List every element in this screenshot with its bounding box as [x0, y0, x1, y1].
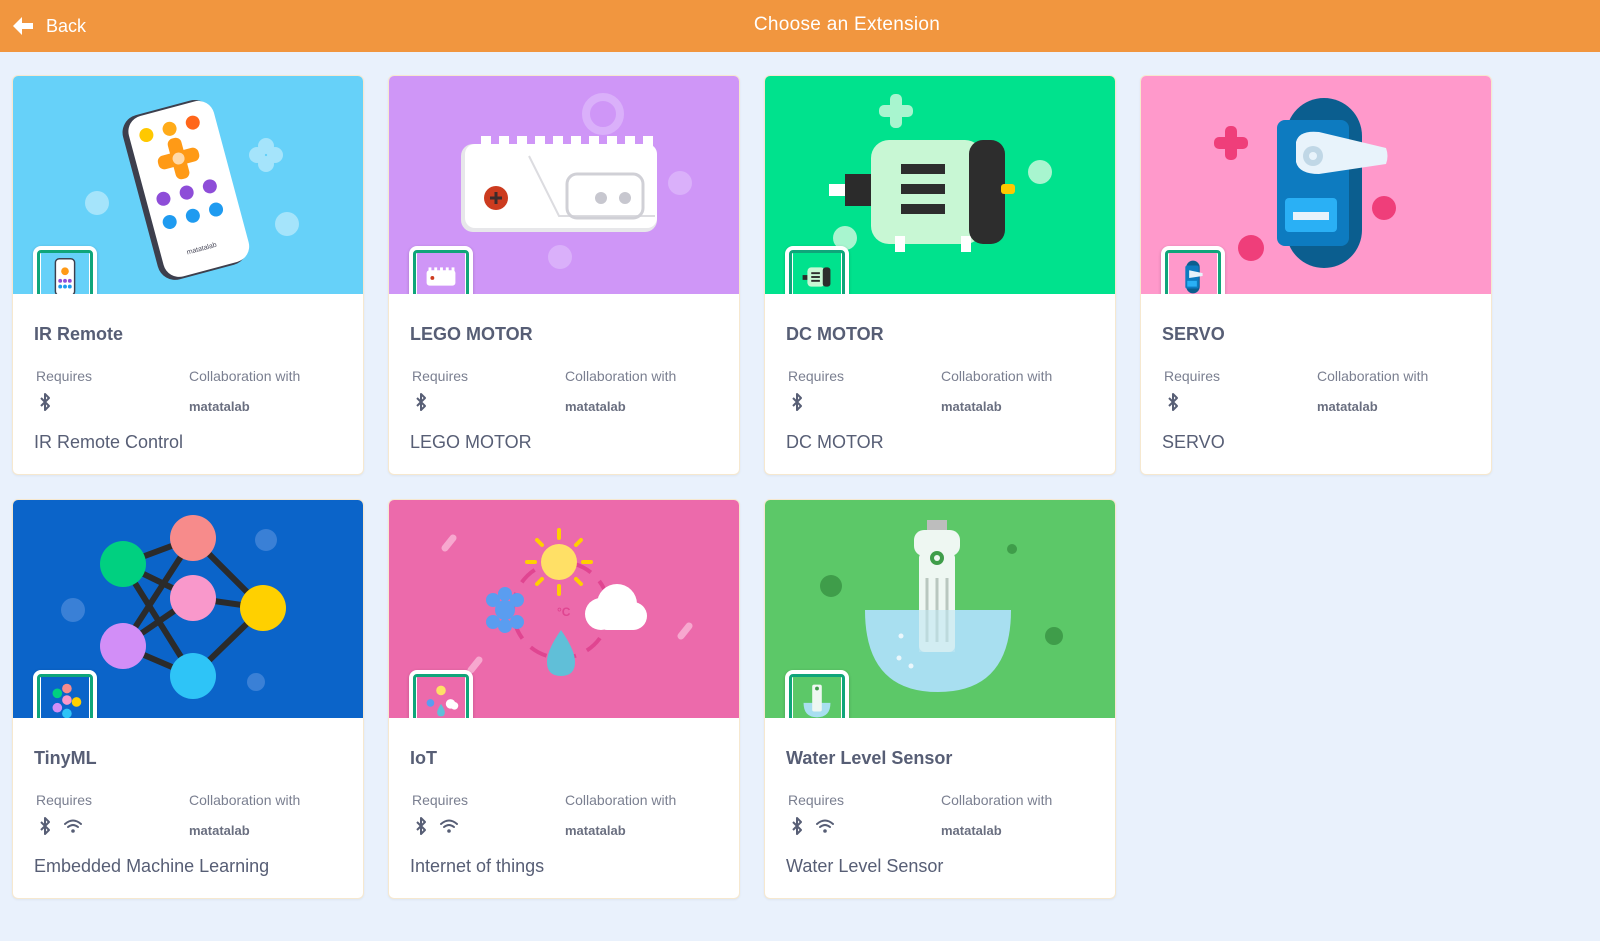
bluetooth-icon — [40, 817, 50, 835]
extension-thumbnail — [33, 670, 97, 718]
collaborator-name: matatalab — [189, 399, 250, 414]
extension-title: IoT — [410, 748, 437, 768]
extension-description: IR Remote Control — [34, 432, 184, 452]
wifi-icon — [64, 819, 82, 833]
extension-description: Internet of things — [410, 856, 545, 876]
extension-image: °C — [389, 500, 739, 718]
extension-card-ir-remote[interactable]: matatalab IR Remote Requires Collaborati… — [12, 75, 364, 475]
requirement-icons — [415, 392, 427, 412]
collaborator-name: matatalab — [565, 399, 626, 414]
collaborator-name: matatalab — [941, 399, 1002, 414]
requirement-icons — [39, 392, 51, 412]
extension-description: SERVO — [1162, 432, 1225, 452]
back-button[interactable]: Back — [12, 10, 86, 42]
requires-label: Requires — [412, 792, 469, 808]
extension-description: LEGO MOTOR — [410, 432, 532, 452]
requirement-icons — [791, 816, 835, 836]
requirement-icons — [791, 392, 803, 412]
requires-label: Requires — [36, 368, 93, 384]
extension-title: IR Remote — [34, 324, 124, 344]
collaboration-label: Collaboration with — [565, 792, 677, 808]
page-title: Choose an Extension — [753, 14, 941, 35]
collaborator-name: matatalab — [565, 823, 626, 838]
header-bar: Back Choose an Extension — [0, 0, 1600, 52]
extension-title: LEGO MOTOR — [410, 324, 533, 344]
bluetooth-icon — [792, 393, 802, 411]
collaboration-label: Collaboration with — [1317, 368, 1429, 384]
extension-description: Embedded Machine Learning — [34, 856, 270, 876]
extension-description: DC MOTOR — [786, 432, 884, 452]
extension-card-water-level-sensor[interactable]: Water Level Sensor Requires Collaboratio… — [764, 499, 1116, 899]
bluetooth-icon — [416, 817, 426, 835]
collaborator-name: matatalab — [941, 823, 1002, 838]
extension-thumbnail — [785, 246, 849, 294]
requires-label: Requires — [412, 368, 469, 384]
bluetooth-icon — [416, 393, 426, 411]
wifi-icon — [440, 819, 458, 833]
arrow-left-icon — [13, 17, 33, 35]
wifi-icon — [816, 819, 834, 833]
extension-card-servo[interactable]: SERVO Requires Collaboration with matata… — [1140, 75, 1492, 475]
collaboration-label: Collaboration with — [941, 368, 1053, 384]
extension-image — [765, 500, 1115, 718]
requires-label: Requires — [36, 792, 93, 808]
collaboration-label: Collaboration with — [565, 368, 677, 384]
back-label: Back — [46, 15, 87, 36]
extension-thumbnail — [33, 246, 97, 294]
extension-card-dc-motor[interactable]: DC MOTOR Requires Collaboration with mat… — [764, 75, 1116, 475]
extension-image — [765, 76, 1115, 294]
extension-thumbnail — [785, 670, 849, 718]
extension-image — [13, 500, 363, 718]
collaborator-name: matatalab — [189, 823, 250, 838]
extension-card-tinyml[interactable]: TinyML Requires Collaboration with matat… — [12, 499, 364, 899]
requirement-icons — [1167, 392, 1179, 412]
extension-image: matatalab — [13, 76, 363, 294]
bluetooth-icon — [40, 393, 50, 411]
extension-card-lego-motor[interactable]: LEGO MOTOR Requires Collaboration with m… — [388, 75, 740, 475]
bluetooth-icon — [792, 817, 802, 835]
svg-text:°C: °C — [557, 605, 571, 619]
extension-title: Water Level Sensor — [786, 748, 953, 768]
extension-thumbnail — [1161, 246, 1225, 294]
requires-label: Requires — [788, 368, 845, 384]
requirement-icons — [39, 816, 83, 836]
requirement-icons — [415, 816, 459, 836]
extension-title: TinyML — [34, 748, 97, 768]
extension-image — [1141, 76, 1491, 294]
extension-thumbnail — [409, 670, 473, 718]
extension-title: SERVO — [1162, 324, 1225, 344]
requires-label: Requires — [788, 792, 845, 808]
extension-image — [389, 76, 739, 294]
collaboration-label: Collaboration with — [941, 792, 1053, 808]
extension-description: Water Level Sensor — [786, 856, 944, 876]
extension-card-iot[interactable]: °C IoT Requires Collaboration with matat… — [388, 499, 740, 899]
extension-grid: matatalab IR Remote Requires Collaborati… — [12, 75, 1492, 899]
extension-title: DC MOTOR — [786, 324, 884, 344]
collaboration-label: Collaboration with — [189, 792, 301, 808]
requires-label: Requires — [1164, 368, 1221, 384]
collaboration-label: Collaboration with — [189, 368, 301, 384]
bluetooth-icon — [1168, 393, 1178, 411]
collaborator-name: matatalab — [1317, 399, 1378, 414]
extension-thumbnail — [409, 246, 473, 294]
